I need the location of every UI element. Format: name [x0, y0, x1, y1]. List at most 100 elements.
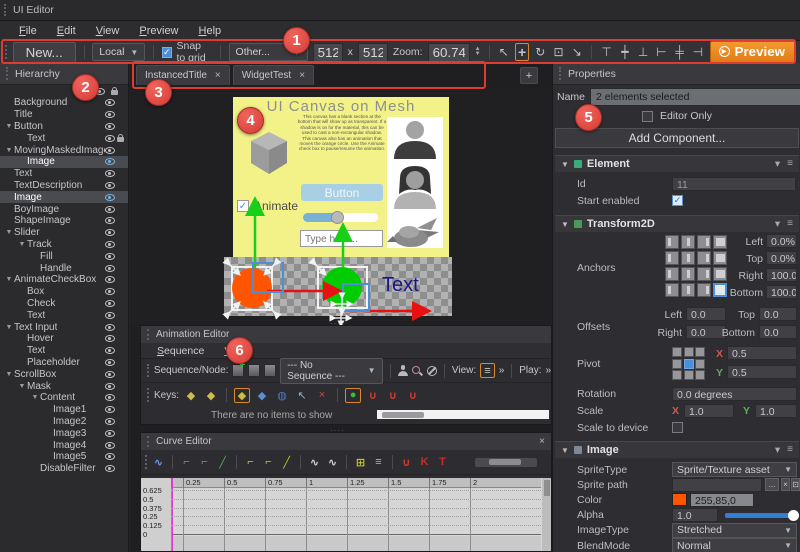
collapse-arrow-icon[interactable]: ▼	[561, 220, 569, 229]
curve-zoom-slider[interactable]	[475, 458, 537, 467]
tree-item-scrollbox[interactable]: ▼ScrollBox	[0, 368, 128, 380]
expand-arrow-icon[interactable]: ▼	[4, 276, 14, 283]
expand-arrow-icon[interactable]: ▼	[4, 371, 14, 378]
key-linear-icon[interactable]: ╱	[279, 455, 294, 470]
add-component-button[interactable]: Add Component...	[555, 128, 799, 148]
tree-item-image2[interactable]: Image2	[0, 416, 128, 428]
time-ruler[interactable]: 0.250.50.7511.251.51.752	[171, 478, 541, 488]
anchor-top-field[interactable]: 0.0%	[766, 251, 797, 265]
zoom-stepper[interactable]: ▲▼	[475, 47, 481, 57]
color-value-field[interactable]: 255,85,0	[690, 493, 754, 507]
tree-item-image[interactable]: Image	[0, 191, 128, 203]
align-left-icon[interactable]: ⊢	[655, 43, 668, 61]
canvas-button[interactable]: Button	[301, 184, 383, 201]
anchor-preset-cell[interactable]	[713, 235, 727, 249]
tree-item-image3[interactable]: Image3	[0, 427, 128, 439]
align-center-vertical-icon[interactable]: ╪	[673, 43, 686, 61]
tree-item-boyimage[interactable]: BoyImage	[0, 203, 128, 215]
alpha-slider[interactable]	[725, 513, 795, 518]
imagetype-dropdown[interactable]: Stretched▼	[672, 523, 797, 538]
visibility-eye-icon[interactable]	[105, 170, 115, 177]
pivot-preset-cell[interactable]	[695, 359, 705, 369]
tangent-step-icon[interactable]: ⌐	[197, 455, 212, 470]
close-tab-icon[interactable]: ×	[215, 70, 221, 81]
pick-asset-icon[interactable]: ⊡	[791, 478, 800, 491]
visibility-eye-icon[interactable]	[105, 147, 115, 154]
anchor-preset-cell[interactable]	[665, 283, 679, 297]
tree-item-title[interactable]: Title	[0, 109, 128, 121]
tree-item-slider[interactable]: ▼Slider	[0, 227, 128, 239]
anchor-bottom-field[interactable]: 100.0	[766, 285, 797, 299]
menu-edit[interactable]: Edit	[48, 23, 85, 39]
resize-tool[interactable]: ↘	[570, 43, 583, 61]
scale-y-field[interactable]: 1.0	[755, 404, 797, 418]
pivot-preset-cell[interactable]	[684, 370, 694, 380]
anchor-preset-cell[interactable]	[681, 235, 695, 249]
toolbar-drag-handle[interactable]	[145, 455, 148, 469]
anchor-preset-grid[interactable]	[665, 235, 727, 297]
tab-widgettest[interactable]: WidgetTest×	[233, 65, 314, 85]
canvas-slider[interactable]	[303, 213, 378, 222]
timeline-scrollbar[interactable]	[377, 410, 549, 419]
tree-item-background[interactable]: Background	[0, 97, 128, 109]
tangent-flat-icon[interactable]: ⌐	[179, 455, 194, 470]
visibility-eye-icon[interactable]	[105, 406, 115, 413]
visibility-eye-icon[interactable]	[105, 371, 115, 378]
visibility-eye-icon[interactable]	[105, 194, 115, 201]
chevron-down-icon[interactable]: ▾	[775, 158, 780, 170]
pivot-y-field[interactable]: 0.5	[727, 365, 797, 379]
node-person-icon[interactable]	[397, 365, 407, 376]
curves-icon[interactable]: ∿	[151, 455, 166, 470]
tree-item-shapeimage[interactable]: ShapeImage	[0, 215, 128, 227]
pivot-x-field[interactable]: 0.5	[727, 346, 797, 360]
panel-drag-handle[interactable]	[147, 436, 150, 446]
menu-preview[interactable]: Preview	[130, 23, 187, 39]
expand-arrow-icon[interactable]: ▼	[4, 229, 14, 236]
close-panel-icon[interactable]: ×	[539, 436, 545, 447]
pivot-preset-cell[interactable]	[684, 347, 694, 357]
anchor-preset-cell[interactable]	[697, 267, 711, 281]
start-enabled-checkbox[interactable]: ✓	[672, 195, 683, 206]
list-view-icon[interactable]: ≡	[480, 363, 495, 378]
curve-graph[interactable]: 0.6250.50.3750.250.1250 0.250.50.7511.25…	[141, 478, 551, 551]
anchor-preset-cell[interactable]	[681, 267, 695, 281]
anchor-preset-cell[interactable]	[697, 235, 711, 249]
section-menu-icon[interactable]: ≡	[787, 218, 793, 230]
scale-to-device-checkbox[interactable]	[672, 422, 683, 433]
toolbar-drag-handle[interactable]	[147, 364, 150, 378]
editor-only-checkbox[interactable]	[642, 111, 653, 122]
canvas-width-input[interactable]	[313, 43, 343, 62]
menu-view[interactable]: View	[87, 23, 129, 39]
offset-left-field[interactable]: 0.0	[686, 307, 726, 321]
scrollbar-thumb[interactable]	[382, 412, 424, 418]
tree-item-image[interactable]: Image	[0, 156, 128, 168]
color-swatch[interactable]	[672, 493, 687, 506]
key-next-icon[interactable]: ◆	[203, 388, 219, 403]
scale-tool[interactable]: ⊡	[552, 43, 565, 61]
visibility-eye-icon[interactable]	[105, 347, 115, 354]
spritetype-dropdown[interactable]: Sprite/Texture asset▼	[672, 462, 797, 477]
anchor-preset-cell[interactable]	[697, 283, 711, 297]
zoom-input[interactable]	[428, 43, 470, 62]
tree-item-text[interactable]: Text	[0, 345, 128, 357]
lock-tangents-icon[interactable]: T	[435, 455, 450, 470]
key-flat-icon[interactable]: ⌐	[243, 455, 258, 470]
fit-columns-icon[interactable]: ⊞	[353, 455, 368, 470]
pivot-preset-cell[interactable]	[672, 347, 682, 357]
anchor-preset-cell[interactable]	[697, 251, 711, 265]
close-tab-icon[interactable]: ×	[299, 70, 305, 81]
tree-item-disablefilter[interactable]: DisableFilter	[0, 463, 128, 475]
anchor-preset-cell[interactable]	[713, 251, 727, 265]
element-section-header[interactable]: ▼ Element ▾≡	[555, 155, 799, 172]
magnet-values-icon[interactable]: ∪	[405, 388, 421, 403]
snap-keys-icon[interactable]: ●	[345, 388, 361, 403]
animate-checkbox[interactable]: ✓	[237, 200, 249, 212]
align-center-horizontal-icon[interactable]: ┿	[618, 43, 631, 61]
align-top-icon[interactable]: ⊤	[600, 43, 613, 61]
panel-drag-handle[interactable]	[6, 67, 9, 80]
pivot-preset-cell[interactable]	[695, 347, 705, 357]
tree-item-mask[interactable]: ▼Mask	[0, 380, 128, 392]
panel-drag-handle[interactable]	[147, 329, 150, 339]
anchor-right-field[interactable]: 100.0%	[766, 268, 797, 282]
anchor-left-field[interactable]: 0.0%	[766, 234, 797, 248]
